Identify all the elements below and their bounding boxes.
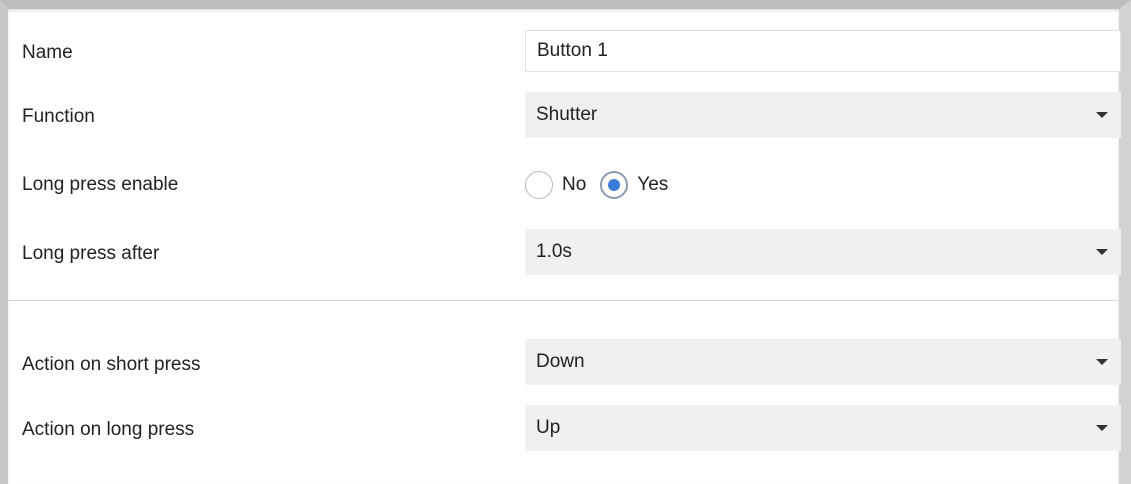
function-select[interactable]: Shutter	[525, 92, 1121, 138]
action-short-press-label: Action on short press	[22, 354, 201, 375]
chevron-down-icon	[1096, 249, 1108, 255]
radio-dot-icon	[608, 179, 621, 191]
radio-label-yes: Yes	[637, 174, 669, 195]
name-label: Name	[22, 42, 73, 63]
action-long-press-label: Action on long press	[22, 419, 195, 440]
action-long-press-select-value: Up	[536, 417, 561, 438]
radio-option-no[interactable]: No	[525, 171, 586, 199]
long-press-after-select[interactable]: 1.0s	[525, 229, 1121, 275]
long-press-enable-label: Long press enable	[22, 174, 179, 195]
chevron-down-icon	[1096, 425, 1108, 431]
action-long-press-select[interactable]: Up	[525, 405, 1121, 451]
action-short-press-select[interactable]: Down	[525, 339, 1121, 385]
settings-panel: Name Button 1 Function Shutter Long pres…	[0, 0, 1131, 484]
long-press-after-label: Long press after	[22, 243, 160, 264]
chevron-down-icon	[1096, 112, 1108, 118]
radio-option-yes[interactable]: Yes	[600, 171, 668, 199]
long-press-after-select-value: 1.0s	[536, 241, 572, 262]
name-input[interactable]: Button 1	[525, 30, 1121, 72]
chevron-down-icon	[1096, 359, 1108, 365]
radio-label-no: No	[562, 174, 587, 195]
name-input-value: Button 1	[537, 40, 608, 61]
long-press-enable-radio-group: No Yes	[525, 169, 682, 201]
section-divider	[8, 300, 1119, 301]
function-select-value: Shutter	[536, 104, 598, 125]
radio-button-icon[interactable]	[525, 171, 553, 199]
action-short-press-select-value: Down	[536, 351, 585, 372]
function-label: Function	[22, 106, 95, 127]
radio-button-selected-icon[interactable]	[600, 171, 629, 199]
